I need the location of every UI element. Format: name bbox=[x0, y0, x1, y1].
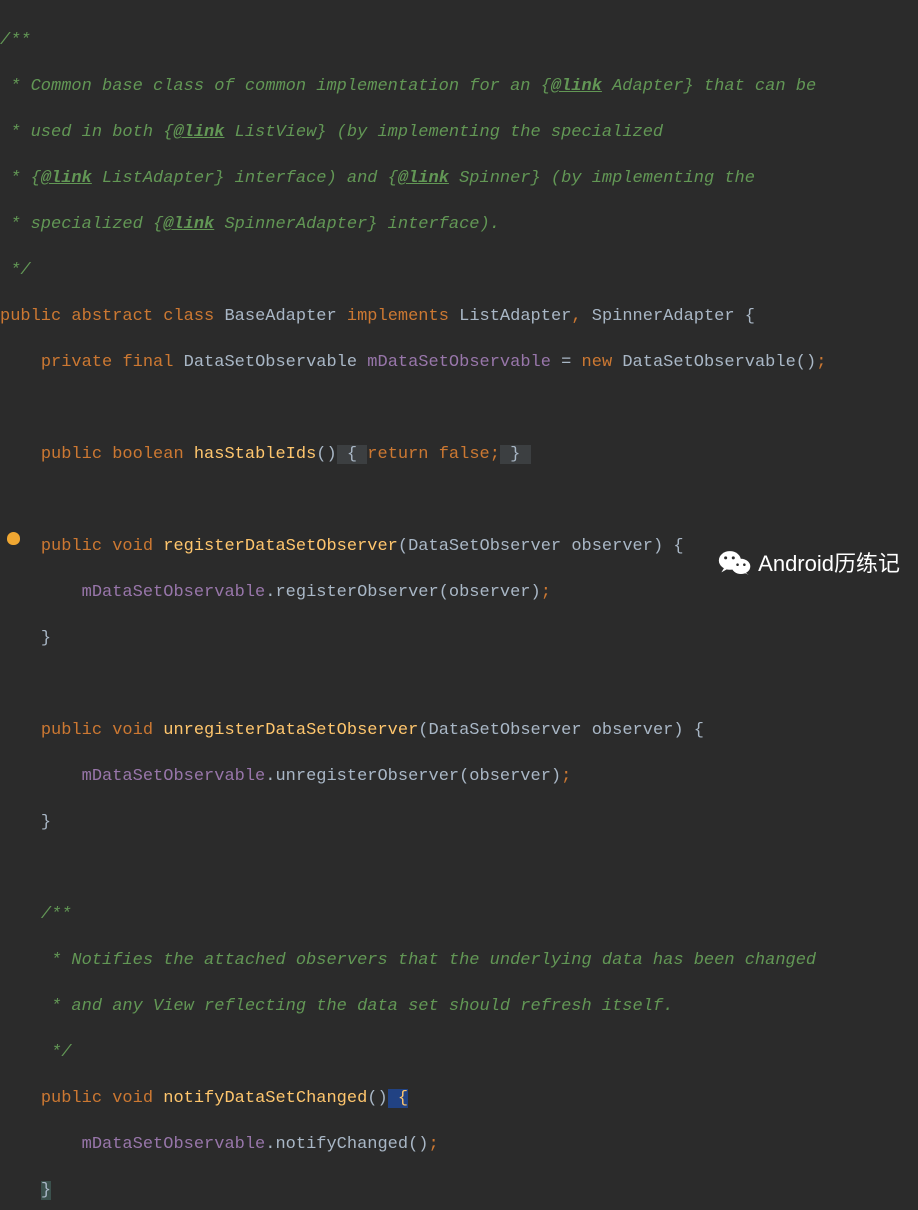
method-body: mDataSetObservable.unregisterObserver(ob… bbox=[0, 765, 918, 788]
matching-brace: } bbox=[41, 1181, 51, 1200]
intention-bulb-icon[interactable] bbox=[7, 532, 20, 545]
javadoc-link-tag: @link bbox=[163, 215, 214, 234]
javadoc-line: */ bbox=[41, 1043, 72, 1062]
javadoc-line: * used in both {@link ListView} (by impl… bbox=[0, 123, 663, 142]
javadoc-line: /** bbox=[41, 905, 72, 924]
watermark: Android历练记 bbox=[718, 549, 900, 577]
javadoc-line: * specialized {@link SpinnerAdapter} int… bbox=[0, 215, 500, 234]
method-body: mDataSetObservable.registerObserver(obse… bbox=[0, 581, 918, 604]
method-notifyDataSetChanged: public void notifyDataSetChanged() { bbox=[0, 1087, 918, 1110]
javadoc-line: * and any View reflecting the data set s… bbox=[41, 997, 674, 1016]
javadoc-link-tag: @link bbox=[173, 123, 224, 142]
method-body: mDataSetObservable.notifyChanged(); bbox=[0, 1133, 918, 1156]
javadoc-line: * Common base class of common implementa… bbox=[0, 77, 816, 96]
javadoc-line: /** bbox=[0, 31, 31, 50]
code-fold-region[interactable]: } bbox=[500, 445, 531, 464]
cursor-position: { bbox=[388, 1089, 408, 1108]
wechat-icon bbox=[718, 549, 752, 577]
watermark-text: Android历练记 bbox=[758, 552, 900, 575]
method-unregisterDataSetObserver: public void unregisterDataSetObserver(Da… bbox=[0, 719, 918, 742]
javadoc-link-tag: @link bbox=[398, 169, 449, 188]
close-brace: } bbox=[0, 811, 918, 834]
field-declaration: private final DataSetObservable mDataSet… bbox=[0, 351, 918, 374]
javadoc-link-tag: @link bbox=[551, 77, 602, 96]
close-brace: } bbox=[0, 1179, 918, 1202]
code-editor[interactable]: /** * Common base class of common implem… bbox=[0, 0, 918, 1210]
javadoc-link-tag: @link bbox=[41, 169, 92, 188]
javadoc-line: */ bbox=[0, 261, 31, 280]
javadoc-line: * Notifies the attached observers that t… bbox=[41, 951, 816, 970]
javadoc-line: * {@link ListAdapter} interface) and {@l… bbox=[0, 169, 755, 188]
class-signature: public abstract class BaseAdapter implem… bbox=[0, 305, 918, 328]
close-brace: } bbox=[0, 627, 918, 650]
code-fold-region[interactable]: { bbox=[337, 445, 368, 464]
method-hasStableIds: public boolean hasStableIds() { return f… bbox=[0, 443, 918, 466]
